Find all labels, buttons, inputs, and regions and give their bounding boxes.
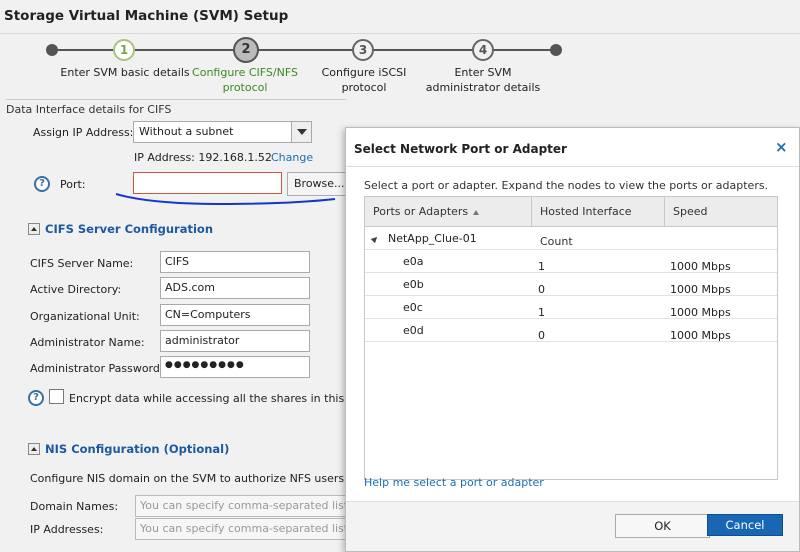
- collapse-icon[interactable]: [28, 443, 40, 455]
- port-name: e0d: [403, 324, 424, 337]
- interface-count: 1: [538, 306, 545, 319]
- tree-node-row[interactable]: NetApp_Clue-01: [365, 227, 777, 250]
- ip-addresses-label: IP Addresses:: [30, 523, 104, 536]
- assign-ip-label: Assign IP Address:: [33, 126, 134, 139]
- help-icon[interactable]: ?: [28, 390, 44, 406]
- dialog-title: Select Network Port or Adapter: [354, 142, 567, 156]
- interface-count: 0: [538, 329, 545, 342]
- port-speed: 1000 Mbps: [670, 283, 731, 296]
- wizard-steps: 1 2 3 4 Enter SVM basic details Configur…: [0, 34, 800, 98]
- port-label: Port:: [60, 178, 86, 191]
- ok-button[interactable]: OK: [615, 514, 710, 538]
- table-row[interactable]: e0b 0 1000 Mbps: [365, 273, 777, 296]
- ip-addresses-input[interactable]: You can specify comma-separated list of …: [135, 518, 350, 540]
- domain-names-input[interactable]: You can specify comma-separated list of …: [135, 495, 350, 517]
- administrator-password-field[interactable]: ●●●●●●●●●: [160, 356, 310, 378]
- sort-ascending-icon: [473, 209, 480, 215]
- assign-ip-select[interactable]: Without a subnet: [133, 121, 312, 143]
- dialog-footer: OK Cancel: [346, 501, 799, 551]
- encrypt-checkbox[interactable]: [49, 389, 64, 404]
- browse-button[interactable]: Browse...: [287, 172, 347, 196]
- column-header-speed[interactable]: Speed: [665, 197, 777, 227]
- chevron-down-icon[interactable]: [291, 122, 311, 142]
- cifs-server-name-field[interactable]: CIFS: [160, 251, 310, 273]
- cifs-section-title[interactable]: CIFS Server Configuration: [45, 222, 213, 236]
- ip-address-text: IP Address: 192.168.1.52: [134, 151, 272, 164]
- active-directory-label: Active Directory:: [30, 283, 122, 296]
- column-header-ports[interactable]: Ports or Adapters: [365, 197, 532, 227]
- port-name: e0b: [403, 278, 424, 291]
- change-ip-link[interactable]: Change: [271, 151, 313, 164]
- node-label: NetApp_Clue-01: [388, 232, 477, 245]
- organizational-unit-field[interactable]: CN=Computers: [160, 304, 310, 326]
- wizard-step-4-indicator[interactable]: 4: [472, 39, 494, 61]
- interface-count: 1: [538, 260, 545, 273]
- wizard-step-3-indicator[interactable]: 3: [352, 39, 374, 61]
- active-directory-field[interactable]: ADS.com: [160, 277, 310, 299]
- column-header-count[interactable]: Hosted Interface Count: [532, 197, 665, 248]
- wizard-start-dot: [46, 44, 58, 56]
- port-input[interactable]: [133, 172, 282, 194]
- close-icon[interactable]: ×: [775, 138, 788, 156]
- ports-grid: Ports or Adapters Hosted Interface Count…: [364, 196, 778, 480]
- domain-names-label: Domain Names:: [30, 500, 119, 513]
- data-interface-heading: Data Interface details for CIFS: [6, 99, 346, 116]
- window-title: Storage Virtual Machine (SVM) Setup: [4, 8, 289, 24]
- nis-section-title[interactable]: NIS Configuration (Optional): [45, 442, 229, 456]
- window-titlebar: Storage Virtual Machine (SVM) Setup: [0, 0, 800, 34]
- help-select-port-link[interactable]: Help me select a port or adapter: [364, 476, 544, 489]
- table-row[interactable]: e0a 1 1000 Mbps: [365, 250, 777, 273]
- encrypt-label: Encrypt data while accessing all the sha…: [69, 392, 345, 405]
- port-name: e0c: [403, 301, 423, 314]
- organizational-unit-label: Organizational Unit:: [30, 310, 140, 323]
- dialog-description: Select a port or adapter. Expand the nod…: [364, 179, 769, 192]
- administrator-name-field[interactable]: administrator: [160, 330, 310, 352]
- select-port-dialog: Select Network Port or Adapter × Select …: [345, 127, 800, 552]
- interface-count: 0: [538, 283, 545, 296]
- wizard-step-2-label: Configure CIFS/NFS protocol: [192, 66, 298, 94]
- cifs-server-name-label: CIFS Server Name:: [30, 257, 134, 270]
- wizard-step-1-indicator[interactable]: 1: [113, 39, 135, 61]
- wizard-step-3-label: Configure iSCSI protocol: [321, 66, 407, 94]
- nis-description: Configure NIS domain on the SVM to autho…: [30, 472, 348, 485]
- administrator-password-label: Administrator Password:: [30, 362, 164, 375]
- assign-ip-value: Without a subnet: [139, 125, 234, 138]
- wizard-end-dot: [550, 44, 562, 56]
- cancel-button[interactable]: Cancel: [707, 514, 783, 536]
- expand-triangle-icon[interactable]: [370, 234, 380, 244]
- port-name: e0a: [403, 255, 424, 268]
- dialog-divider: [346, 166, 799, 167]
- administrator-name-label: Administrator Name:: [30, 336, 145, 349]
- port-speed: 1000 Mbps: [670, 260, 731, 273]
- port-speed: 1000 Mbps: [670, 329, 731, 342]
- wizard-step-2-indicator[interactable]: 2: [233, 37, 259, 63]
- help-icon[interactable]: ?: [34, 176, 50, 192]
- collapse-icon[interactable]: [28, 223, 40, 235]
- grid-header: Ports or Adapters Hosted Interface Count…: [365, 197, 777, 248]
- table-row[interactable]: e0d 0 1000 Mbps: [365, 319, 777, 342]
- table-row[interactable]: e0c 1 1000 Mbps: [365, 296, 777, 319]
- port-speed: 1000 Mbps: [670, 306, 731, 319]
- wizard-step-4-label: Enter SVM administrator details: [425, 66, 541, 94]
- wizard-step-1-label: Enter SVM basic details: [60, 66, 190, 79]
